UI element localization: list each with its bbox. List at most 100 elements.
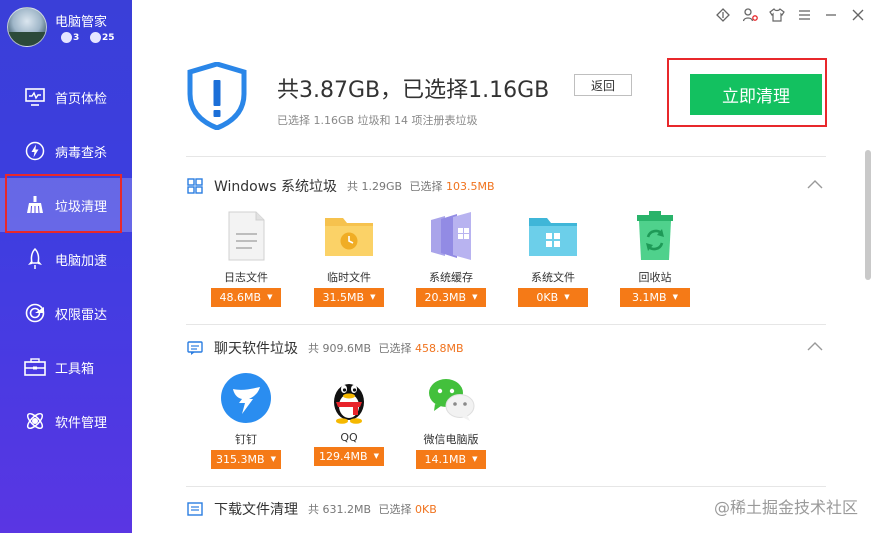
section-meta: 共 1.29GB 已选择 103.5MB	[347, 178, 495, 194]
item-label: 日志文件	[224, 271, 268, 284]
size-value: 315.3MB	[216, 453, 265, 466]
caret-down-icon: ▼	[472, 455, 478, 463]
nav-label: 首页体检	[55, 91, 108, 107]
avatar[interactable]	[7, 7, 47, 47]
size-dropdown[interactable]: 20.3MB ▼	[416, 288, 486, 307]
scrollbar[interactable]	[865, 150, 871, 280]
collapse-chevron-icon[interactable]	[806, 178, 824, 190]
junk-item-log-files[interactable]: 日志文件 48.6MB ▼	[210, 210, 282, 307]
watermark: @稀土掘金技术社区	[713, 498, 858, 517]
item-label: 回收站	[638, 271, 672, 284]
sidebar: 电脑管家 3 25 首页体检 病毒查杀 垃圾清理 电脑加速 权限雷达 工具箱 软…	[0, 0, 132, 533]
junk-item-temp-files[interactable]: 临时文件 31.5MB ▼	[313, 210, 385, 307]
software-icon	[24, 410, 46, 432]
rocket-icon	[24, 248, 46, 270]
close-icon[interactable]	[850, 7, 866, 23]
item-label: 微信电脑版	[423, 433, 479, 446]
selection-summary: 已选择 1.16GB 垃圾和 14 项注册表垃圾	[277, 114, 478, 127]
caret-down-icon: ▼	[564, 293, 570, 301]
size-value: 48.6MB	[219, 291, 262, 304]
recycle-bin-icon	[629, 210, 681, 262]
size-dropdown[interactable]: 48.6MB ▼	[211, 288, 281, 307]
junk-item-recycle-bin[interactable]: 回收站 3.1MB ▼	[619, 210, 691, 307]
size-value: 31.5MB	[322, 291, 365, 304]
chat-icon	[186, 339, 204, 357]
badge-dot-icon	[90, 32, 101, 43]
window-controls	[715, 7, 866, 23]
junk-item-system-files[interactable]: 系统文件 0KB ▼	[517, 210, 589, 307]
section-header-chat[interactable]: 聊天软件垃圾 共 909.6MB 已选择 458.8MB	[186, 338, 464, 358]
section-name: 聊天软件垃圾	[214, 341, 298, 357]
size-dropdown[interactable]: 0KB ▼	[518, 288, 588, 307]
nav-label: 病毒查杀	[55, 145, 108, 161]
caret-down-icon: ▼	[672, 293, 678, 301]
nav-item-permission-radar[interactable]: 权限雷达	[0, 286, 132, 340]
collapse-chevron-icon[interactable]	[806, 340, 824, 352]
section-name: 下载文件清理	[214, 502, 298, 518]
junk-item-system-cache[interactable]: 系统缓存 20.3MB ▼	[415, 210, 487, 307]
section-selected: 103.5MB	[446, 180, 495, 193]
size-dropdown[interactable]: 14.1MB ▼	[416, 450, 486, 469]
nav-item-speedup[interactable]: 电脑加速	[0, 232, 132, 286]
shield-warning-icon	[186, 61, 248, 131]
radar-icon	[24, 302, 46, 324]
menu-icon[interactable]	[796, 7, 812, 23]
nav-menu: 首页体检 病毒查杀 垃圾清理 电脑加速 权限雷达 工具箱 软件管理	[0, 70, 132, 448]
windows-icon	[186, 177, 204, 195]
level-badge[interactable]: 3	[61, 31, 79, 45]
section-selected-prefix: 已选择	[378, 503, 412, 516]
section-selected-prefix: 已选择	[409, 180, 443, 193]
caret-down-icon: ▼	[267, 293, 273, 301]
size-dropdown[interactable]: 31.5MB ▼	[314, 288, 384, 307]
system-folder-icon	[527, 210, 579, 262]
size-value: 0KB	[536, 291, 559, 304]
section-header-downloads[interactable]: 下载文件清理 共 631.2MB 已选择 0KB	[186, 499, 437, 519]
download-icon	[186, 500, 204, 518]
profile: 电脑管家 3 25	[7, 7, 127, 51]
monitor-icon	[24, 86, 46, 108]
points-badge-value: 25	[102, 33, 115, 43]
app-name: 电脑管家	[55, 15, 108, 30]
divider	[186, 324, 826, 325]
section-name: Windows 系统垃圾	[214, 179, 337, 195]
size-dropdown[interactable]: 129.4MB ▼	[314, 447, 384, 466]
size-value: 14.1MB	[424, 453, 467, 466]
section-selected: 0KB	[415, 503, 437, 516]
skin-icon[interactable]	[715, 7, 731, 23]
size-value: 3.1MB	[632, 291, 667, 304]
section-total: 共 1.29GB	[346, 180, 403, 193]
section-total: 共 631.2MB	[308, 503, 372, 516]
section-total: 共 909.6MB	[308, 342, 372, 355]
section-header-windows[interactable]: Windows 系统垃圾 共 1.29GB 已选择 103.5MB	[186, 176, 495, 196]
section-selected: 458.8MB	[415, 342, 464, 355]
size-dropdown[interactable]: 3.1MB ▼	[620, 288, 690, 307]
nav-item-home-check[interactable]: 首页体检	[0, 70, 132, 124]
chat-item-wechat[interactable]: 微信电脑版 14.1MB ▼	[415, 372, 487, 469]
minimize-icon[interactable]	[823, 7, 839, 23]
caret-down-icon: ▼	[270, 455, 276, 463]
shirt-icon[interactable]	[769, 7, 785, 23]
level-badge-value: 3	[73, 33, 80, 43]
size-value: 20.3MB	[424, 291, 467, 304]
caret-down-icon: ▼	[472, 293, 478, 301]
nav-item-toolbox[interactable]: 工具箱	[0, 340, 132, 394]
chat-item-dingtalk[interactable]: 钉钉 315.3MB ▼	[210, 372, 282, 469]
nav-item-software-manager[interactable]: 软件管理	[0, 394, 132, 448]
qq-icon	[323, 372, 375, 424]
system-cache-icon	[425, 210, 477, 262]
badge-dot-icon	[61, 32, 72, 43]
toolbox-icon	[24, 356, 46, 378]
divider	[186, 156, 826, 157]
points-badge[interactable]: 25	[90, 31, 115, 45]
back-button[interactable]: 返回	[574, 74, 632, 96]
item-label: 临时文件	[327, 271, 371, 284]
chat-item-qq[interactable]: QQ 129.4MB ▼	[313, 372, 385, 466]
user-settings-icon[interactable]	[742, 7, 758, 23]
nav-label: 软件管理	[55, 415, 108, 431]
clean-now-button[interactable]: 立即清理	[690, 74, 822, 115]
size-dropdown[interactable]: 315.3MB ▼	[211, 450, 281, 469]
item-label: 系统缓存	[429, 271, 473, 284]
wechat-icon	[425, 372, 477, 424]
nav-item-virus-scan[interactable]: 病毒查杀	[0, 124, 132, 178]
nav-label: 电脑加速	[55, 253, 108, 269]
